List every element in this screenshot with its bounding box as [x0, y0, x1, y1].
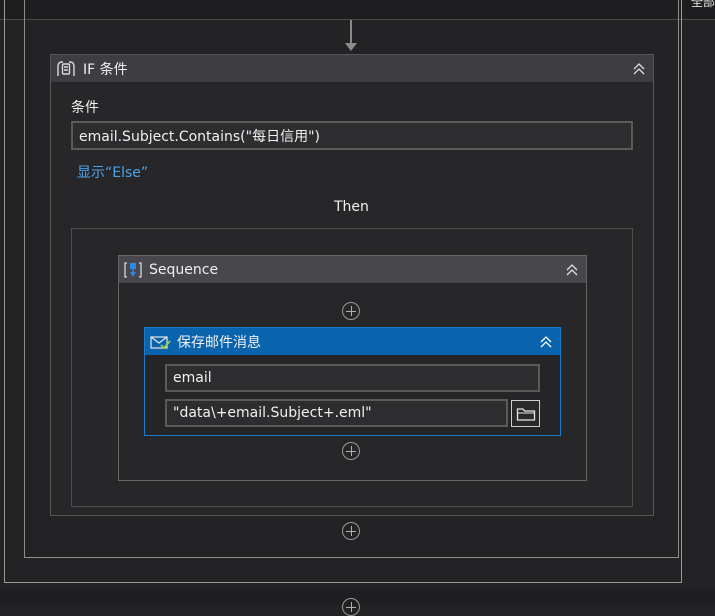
save-mail-title: 保存邮件消息: [177, 334, 261, 351]
flow-connector-line: [350, 20, 352, 44]
show-else-link[interactable]: 显示“Else”: [77, 162, 148, 182]
add-activity-outer-icon[interactable]: [342, 598, 360, 616]
collapse-if-icon[interactable]: [631, 61, 647, 77]
save-mail-header[interactable]: 保存邮件消息: [145, 328, 560, 355]
corner-label: 全部: [690, 0, 715, 9]
save-mail-icon: [149, 333, 171, 351]
condition-input[interactable]: email.Subject.Contains("每日信用"): [71, 121, 633, 150]
if-activity-header[interactable]: IF 条件: [51, 55, 653, 82]
collapse-save-mail-icon[interactable]: [538, 334, 554, 350]
file-path-input[interactable]: "data\+email.Subject+.eml": [165, 399, 508, 427]
collapse-sequence-icon[interactable]: [564, 262, 580, 278]
browse-folder-button[interactable]: [511, 400, 540, 427]
mail-message-input[interactable]: email: [165, 364, 540, 392]
condition-label: 条件: [71, 100, 99, 116]
if-activity-title: IF 条件: [83, 61, 128, 78]
folder-icon: [516, 406, 536, 422]
if-branch-icon: [55, 60, 77, 78]
then-label: Then: [334, 199, 369, 215]
sequence-header[interactable]: Sequence: [119, 256, 586, 283]
flow-arrow-icon: [345, 43, 357, 51]
sequence-icon: [123, 261, 143, 279]
add-activity-sequence-bottom-icon[interactable]: [342, 442, 360, 460]
add-activity-after-if-icon[interactable]: [342, 522, 360, 540]
add-activity-top-icon[interactable]: [342, 302, 360, 320]
sequence-title: Sequence: [149, 261, 219, 278]
